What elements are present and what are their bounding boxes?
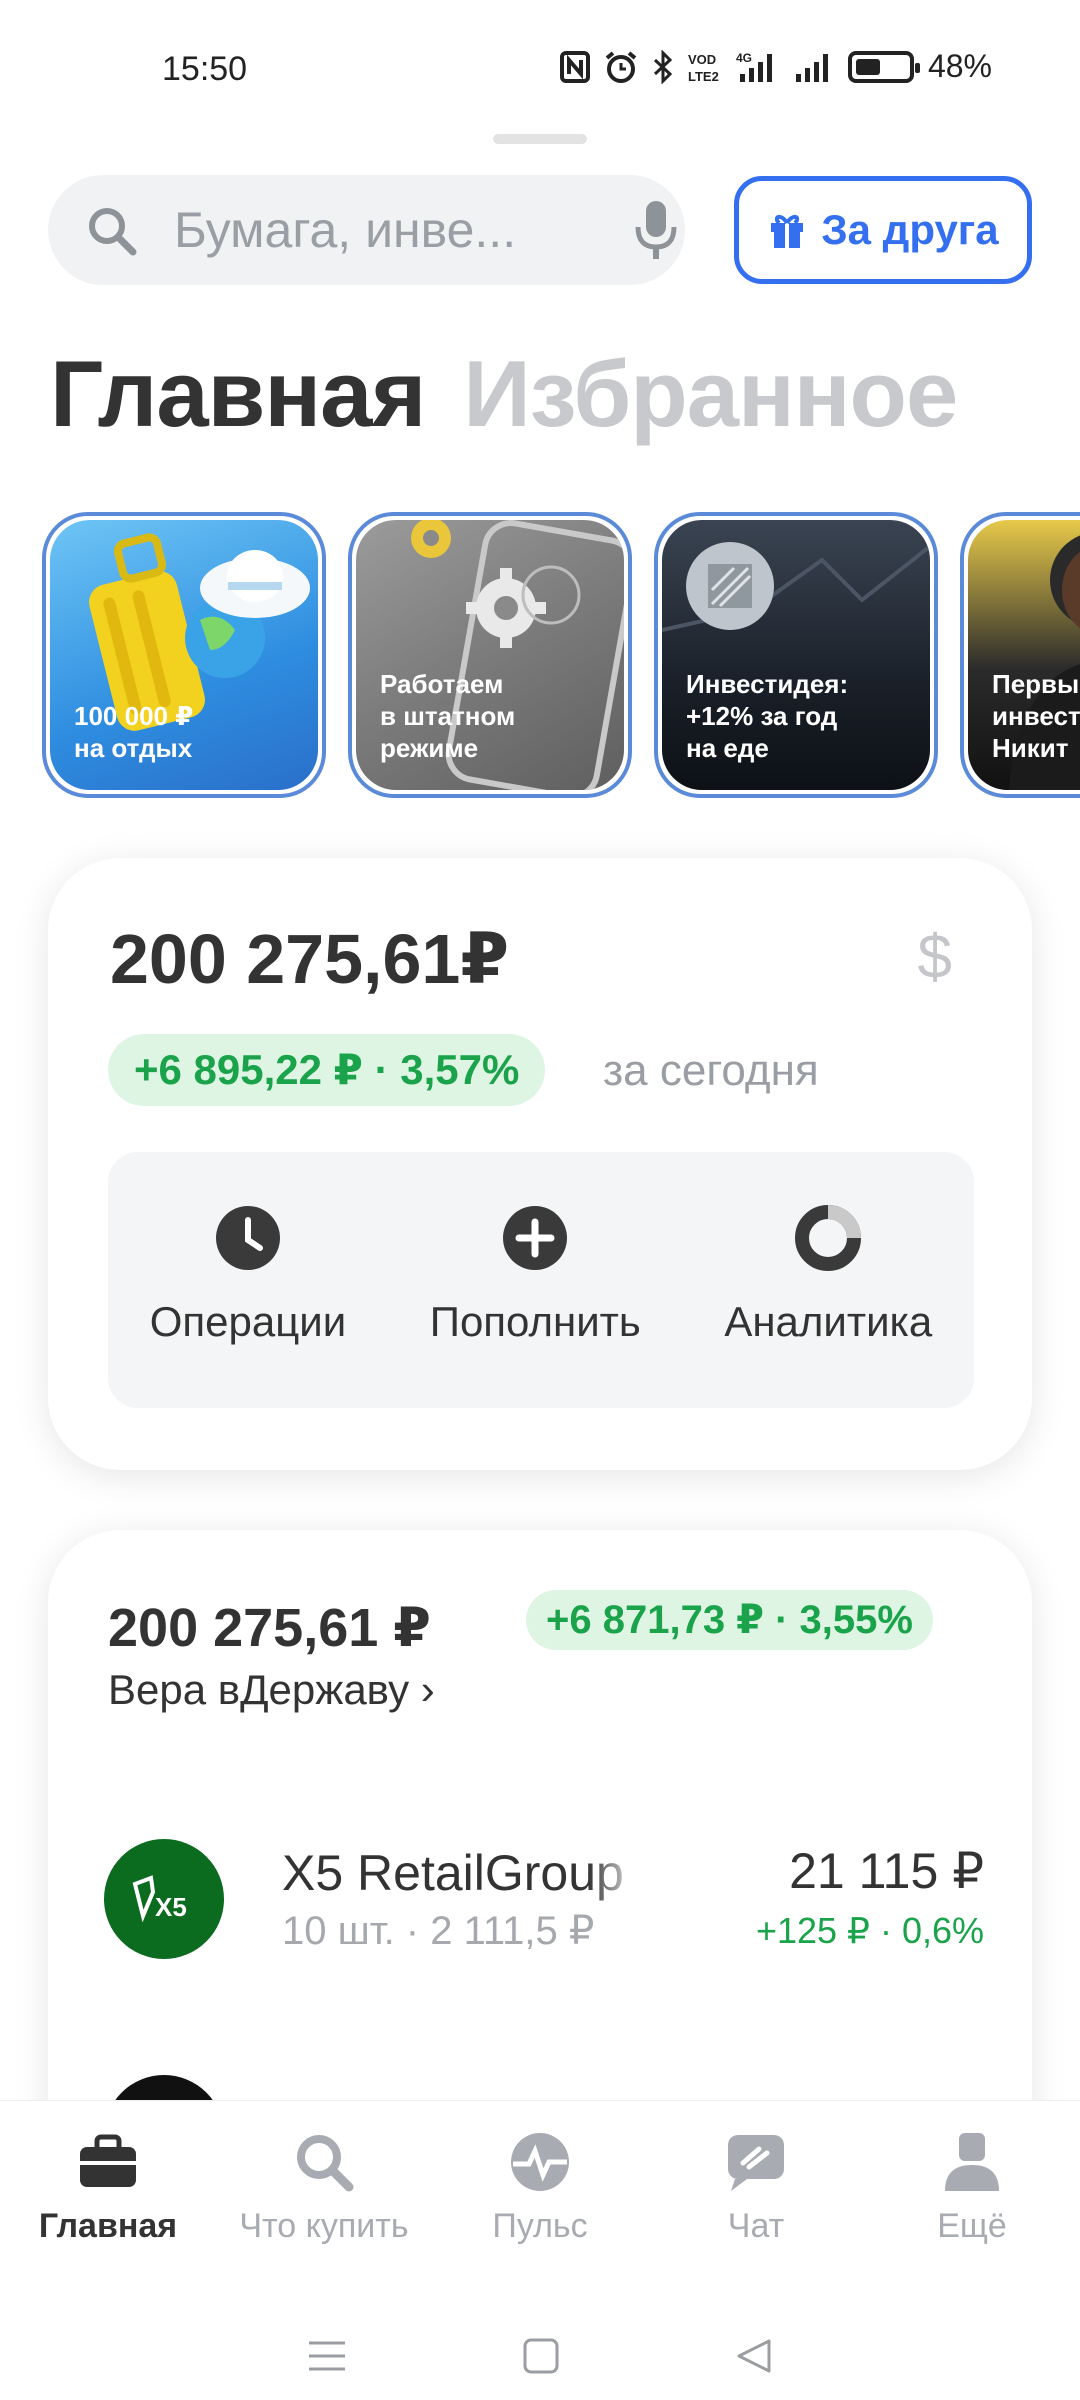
nav-label: Чат — [727, 2207, 785, 2245]
holding-name: X5 RetailGroup — [282, 1845, 624, 1901]
profile-icon — [945, 2133, 999, 2191]
stories-carousel[interactable]: 100 000 ₽ на отдых Работаем в штатном ре… — [42, 512, 1080, 802]
svg-text:X5: X5 — [155, 1892, 187, 1922]
analytics-label: Аналитика — [724, 1298, 933, 1345]
invite-friend-label: За друга — [821, 206, 999, 253]
balance-amount: 200 275,61₽ — [110, 920, 510, 998]
donut-chart-icon — [795, 1205, 862, 1271]
portfolio-total: 200 275,61 ₽ — [108, 1598, 431, 1658]
plus-icon — [503, 1206, 568, 1270]
svg-text:4G: 4G — [736, 51, 752, 65]
holding-quantity: 10 шт. · 2 111,5 ₽ — [282, 1909, 595, 1953]
holding-change: +125 ₽ · 0,6% — [755, 1910, 984, 1951]
holding-row[interactable]: X5 X5 RetailGroup 10 шт. · 2 111,5 ₽ 21 … — [104, 1834, 984, 1964]
nav-label: Что купить — [239, 2207, 409, 2245]
clock-icon — [216, 1206, 280, 1270]
gift-icon — [771, 215, 804, 248]
balance-card[interactable]: 200 275,61₽ $ +6 895,22 ₽ · 3,57% за сег… — [48, 858, 1032, 1470]
portfolio-name-link[interactable]: Вера вДержаву › — [108, 1666, 435, 1714]
chat-icon — [728, 2135, 784, 2191]
home-icon[interactable] — [522, 2337, 560, 2375]
search-bar[interactable] — [48, 175, 685, 285]
balance-change-badge: +6 895,22 ₽ · 3,57% — [108, 1034, 546, 1106]
search-icon — [297, 2135, 354, 2192]
nav-chat[interactable]: Чат — [648, 2101, 864, 2291]
search-icon — [89, 208, 137, 256]
story-text: Инвестидея: +12% за год на еде — [686, 669, 849, 763]
svg-text:VOD: VOD — [688, 52, 716, 67]
system-navigation — [0, 2321, 1080, 2391]
nav-main[interactable]: Главная — [0, 2101, 216, 2291]
signal-icon — [795, 53, 828, 82]
story-text: 100 000 ₽ на отдых — [74, 701, 194, 763]
analytics-button[interactable]: Аналитика — [724, 1204, 932, 1346]
invite-friend-button[interactable]: За друга — [734, 176, 1032, 284]
nav-more[interactable]: Ещё — [864, 2101, 1080, 2291]
bottom-navigation: Главная Что купить Пульс Чат Ещё — [0, 2100, 1080, 2400]
bluetooth-icon — [653, 49, 673, 84]
story-text: Работаем в штатном режиме — [380, 669, 516, 763]
sheet-handle[interactable] — [493, 134, 587, 144]
pulse-icon — [511, 2133, 569, 2191]
signal-4g-icon: 4G — [736, 51, 772, 82]
svg-text:LTE2: LTE2 — [688, 69, 719, 84]
nav-label: Главная — [38, 2207, 178, 2245]
balance-period: за сегодня — [603, 1046, 819, 1095]
page-tabs: Главная Избранное — [50, 340, 958, 448]
briefcase-icon — [80, 2134, 136, 2187]
story-service-status[interactable]: Работаем в штатном режиме — [348, 512, 632, 798]
nav-what-to-buy[interactable]: Что купить — [216, 2101, 432, 2291]
menu-icon[interactable] — [307, 2339, 347, 2373]
operations-button[interactable]: Операции — [150, 1204, 346, 1346]
alarm-icon — [605, 50, 637, 83]
story-text: Первые инвест Никит — [992, 669, 1080, 763]
story-first-investment[interactable]: Первые инвест Никит — [960, 512, 1080, 798]
nfc-icon — [559, 50, 590, 83]
tab-main[interactable]: Главная — [50, 340, 426, 448]
volte-icon: VOD LTE2 — [688, 52, 719, 84]
status-time: 15:50 — [162, 50, 248, 88]
currency-switch-button[interactable]: $ — [918, 922, 952, 993]
top-up-label: Пополнить — [429, 1298, 641, 1345]
holding-value: 21 115 ₽ — [789, 1843, 984, 1899]
story-invest-idea[interactable]: Инвестидея: +12% за год на еде — [654, 512, 938, 798]
search-input[interactable] — [174, 201, 574, 259]
operations-label: Операции — [149, 1298, 347, 1345]
portfolio-change-badge: +6 871,73 ₽ · 3,55% — [526, 1590, 933, 1650]
microphone-icon[interactable] — [633, 197, 679, 263]
nav-label: Ещё — [937, 2207, 1007, 2245]
status-bar: 15:50 VOD LTE2 4G 48% — [0, 0, 1080, 130]
x5-logo: X5 — [104, 1839, 224, 1959]
battery-icon — [847, 50, 920, 83]
nav-label: Пульс — [492, 2207, 588, 2245]
tab-favorites[interactable]: Избранное — [463, 340, 958, 448]
nav-pulse[interactable]: Пульс — [432, 2101, 648, 2291]
story-vacation[interactable]: 100 000 ₽ на отдых — [42, 512, 326, 798]
status-icons: VOD LTE2 4G 48% — [559, 48, 992, 85]
x5-logo-mark: X5 — [132, 1875, 187, 1923]
top-up-button[interactable]: Пополнить — [430, 1204, 641, 1346]
battery-percent: 48% — [927, 48, 992, 84]
back-icon[interactable] — [735, 2337, 773, 2375]
quick-actions: Операции Пополнить Аналитика — [108, 1152, 974, 1408]
